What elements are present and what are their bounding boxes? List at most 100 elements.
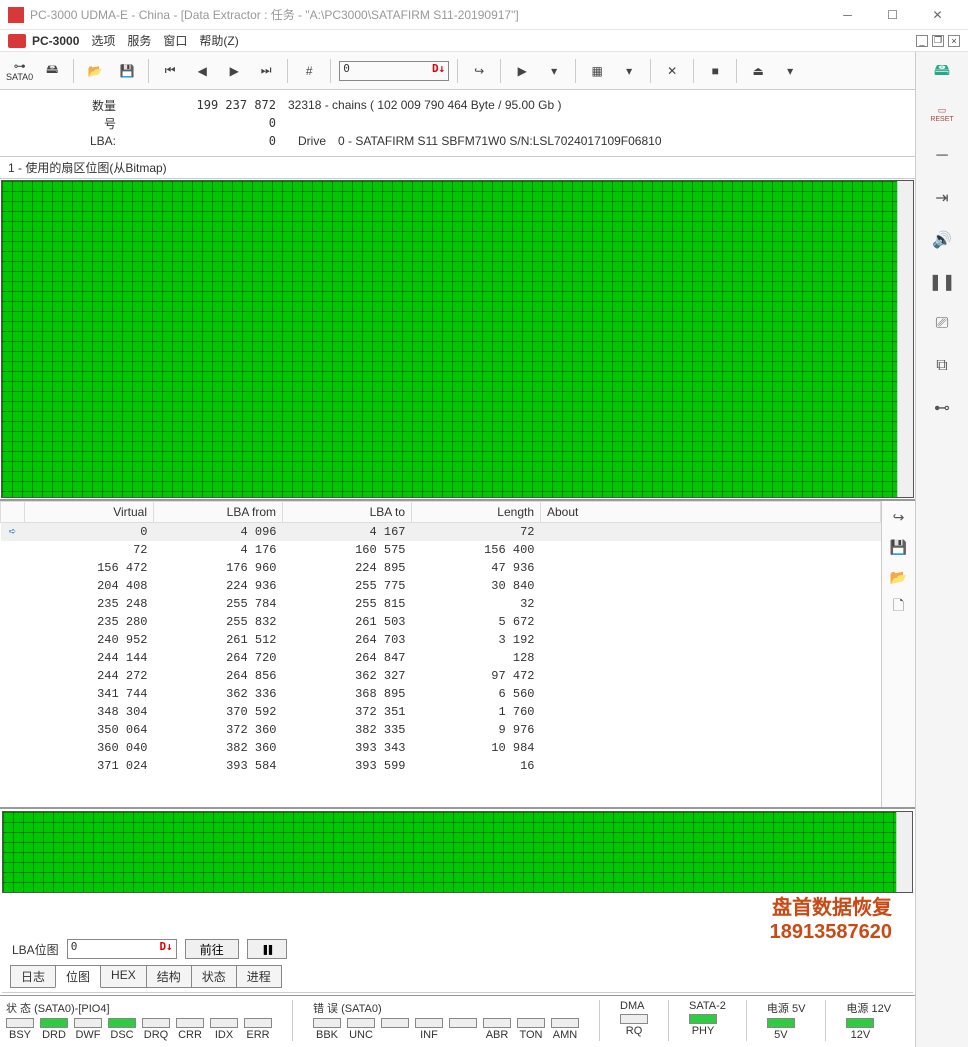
menu-service[interactable]: 服务	[127, 32, 151, 49]
mdi-restore-icon[interactable]: ❐	[932, 35, 944, 47]
tab-proc[interactable]: 进程	[236, 965, 282, 988]
pause-button[interactable]: ❚❚	[247, 939, 287, 959]
tab-bitmap[interactable]: 位图	[55, 965, 101, 988]
cell-about	[541, 757, 881, 775]
table-row[interactable]: 204 408 224 936 255 775 30 840	[1, 577, 881, 595]
col-lba-to[interactable]: LBA to	[283, 502, 412, 523]
exit-icon[interactable]: ⏏	[745, 58, 771, 84]
open-file-icon[interactable]: 📂	[82, 58, 108, 84]
table-row[interactable]: 72 4 176 160 575 156 400	[1, 541, 881, 559]
nav-next-icon[interactable]: ▶	[221, 58, 247, 84]
cell-lba-from: 4 176	[154, 541, 283, 559]
reset-button[interactable]: ▭RESET	[928, 102, 956, 126]
col-virtual[interactable]: Virtual	[25, 502, 154, 523]
led-DRD: DRD	[40, 1018, 68, 1041]
divider-icon: ─	[928, 144, 956, 168]
cell-lba-to: 160 575	[283, 541, 412, 559]
table-row[interactable]: 350 064 372 360 382 335 9 976	[1, 721, 881, 739]
led-DSC: DSC	[108, 1018, 136, 1041]
side-save-icon[interactable]: 💾	[888, 537, 910, 557]
cell-length: 156 400	[412, 541, 541, 559]
nav-first-icon[interactable]: ⏮	[157, 58, 183, 84]
table-row[interactable]: 341 744 362 336 368 895 6 560	[1, 685, 881, 703]
copy-icon[interactable]: ⧉	[928, 354, 956, 378]
tab-hex[interactable]: HEX	[100, 965, 147, 988]
cell-length: 3 192	[412, 631, 541, 649]
table-row[interactable]: 348 304 370 592 372 351 1 760	[1, 703, 881, 721]
save-file-icon[interactable]: 💾	[114, 58, 140, 84]
led-BBK: BBK	[313, 1018, 341, 1041]
audio-icon[interactable]: 🔊	[928, 228, 956, 252]
cell-length: 72	[412, 523, 541, 541]
table-row[interactable]: 371 024 393 584 393 599 16	[1, 757, 881, 775]
info-panel: 数量 199 237 872 32318 - chains ( 102 009 …	[0, 90, 915, 157]
menu-help[interactable]: 帮助(Z)	[199, 32, 238, 49]
tab-struct[interactable]: 结构	[146, 965, 192, 988]
tab-log[interactable]: 日志	[10, 965, 56, 988]
col-lba-from[interactable]: LBA from	[154, 502, 283, 523]
drive-icon[interactable]: 🖴	[39, 58, 65, 84]
cell-about	[541, 667, 881, 685]
sector-bitmap[interactable]	[1, 180, 914, 498]
table-row[interactable]: 244 144 264 720 264 847 128	[1, 649, 881, 667]
side-open-icon[interactable]: 📂	[888, 567, 910, 587]
lba-bitmap-input[interactable]: 0D↓	[67, 939, 177, 959]
hao-label: 号	[10, 115, 128, 132]
led-UNC: UNC	[347, 1018, 375, 1041]
mdi-close-icon[interactable]: ×	[948, 35, 960, 47]
led-ABR: ABR	[483, 1018, 511, 1041]
table-row[interactable]: 235 248 255 784 255 815 32	[1, 595, 881, 613]
col-about[interactable]: About	[541, 502, 881, 523]
minimize-button[interactable]: ─	[825, 1, 870, 29]
grid-icon[interactable]: #	[296, 58, 322, 84]
exit-dropdown-icon[interactable]: ▾	[777, 58, 803, 84]
watermark: 盘首数据恢复 18913587620	[770, 896, 892, 944]
mdi-minimize-icon[interactable]: _	[916, 35, 928, 47]
menubar: PC-3000 选项 服务 窗口 帮助(Z) _ ❐ ×	[0, 30, 968, 52]
table-row[interactable]: 240 952 261 512 264 703 3 192	[1, 631, 881, 649]
matrix-icon[interactable]: ▦	[584, 58, 610, 84]
goto-button[interactable]: 前往	[185, 939, 239, 959]
table-row[interactable]: ➪ 0 4 096 4 167 72	[1, 523, 881, 541]
col-length[interactable]: Length	[412, 502, 541, 523]
led-blank	[449, 1018, 477, 1041]
led-TON: TON	[517, 1018, 545, 1041]
right-toolbar: 🖴 ▭RESET ─ ⇥ 🔊 ❚❚ ⎚ ⧉ ⊷	[916, 52, 968, 1047]
nav-last-icon[interactable]: ⏭	[253, 58, 279, 84]
play-dropdown-icon[interactable]: ▾	[541, 58, 567, 84]
cell-virtual: 341 744	[25, 685, 154, 703]
menu-window[interactable]: 窗口	[163, 32, 187, 49]
transfer-icon[interactable]: ⇥	[928, 186, 956, 210]
export-icon[interactable]: ↪	[466, 58, 492, 84]
nav-prev-icon[interactable]: ◀	[189, 58, 215, 84]
play-icon[interactable]: ▶	[509, 58, 535, 84]
lba-input[interactable]: 0D↓	[339, 61, 449, 81]
tools-icon[interactable]: ✕	[659, 58, 685, 84]
cell-about	[541, 523, 881, 541]
port-button[interactable]: ⊶ SATA0	[6, 58, 33, 84]
lba-bitmap[interactable]: 盘首数据恢复 18913587620	[2, 811, 913, 893]
table-row[interactable]: 244 272 264 856 362 327 97 472	[1, 667, 881, 685]
cell-lba-from: 372 360	[154, 721, 283, 739]
matrix-dropdown-icon[interactable]: ▾	[616, 58, 642, 84]
stop-icon[interactable]: ■	[702, 58, 728, 84]
cell-virtual: 0	[25, 523, 154, 541]
connector-icon[interactable]: ⊷	[928, 396, 956, 420]
close-button[interactable]: ✕	[915, 1, 960, 29]
bitmap-scrollbar[interactable]	[897, 181, 913, 497]
binary-icon[interactable]: ⎚	[928, 312, 956, 336]
table-row[interactable]: 360 040 382 360 393 343 10 984	[1, 739, 881, 757]
lba-bitmap-scrollbar[interactable]	[896, 812, 912, 892]
side-doc-icon[interactable]: 🗋	[888, 597, 910, 617]
tab-state[interactable]: 状态	[191, 965, 237, 988]
pwr5-title: 电源 5V	[767, 1000, 806, 1016]
qty-label: 数量	[10, 97, 128, 114]
table-row[interactable]: 235 280 255 832 261 503 5 672	[1, 613, 881, 631]
table-row[interactable]: 156 472 176 960 224 895 47 936	[1, 559, 881, 577]
drive-stack-icon[interactable]: 🖴	[928, 60, 956, 84]
maximize-button[interactable]: ☐	[870, 1, 915, 29]
pause-side-icon[interactable]: ❚❚	[928, 270, 956, 294]
chains-table-scroll[interactable]: Virtual LBA from LBA to Length About ➪ 0…	[0, 501, 881, 807]
side-export-icon[interactable]: ↪	[888, 507, 910, 527]
menu-options[interactable]: 选项	[91, 32, 115, 49]
